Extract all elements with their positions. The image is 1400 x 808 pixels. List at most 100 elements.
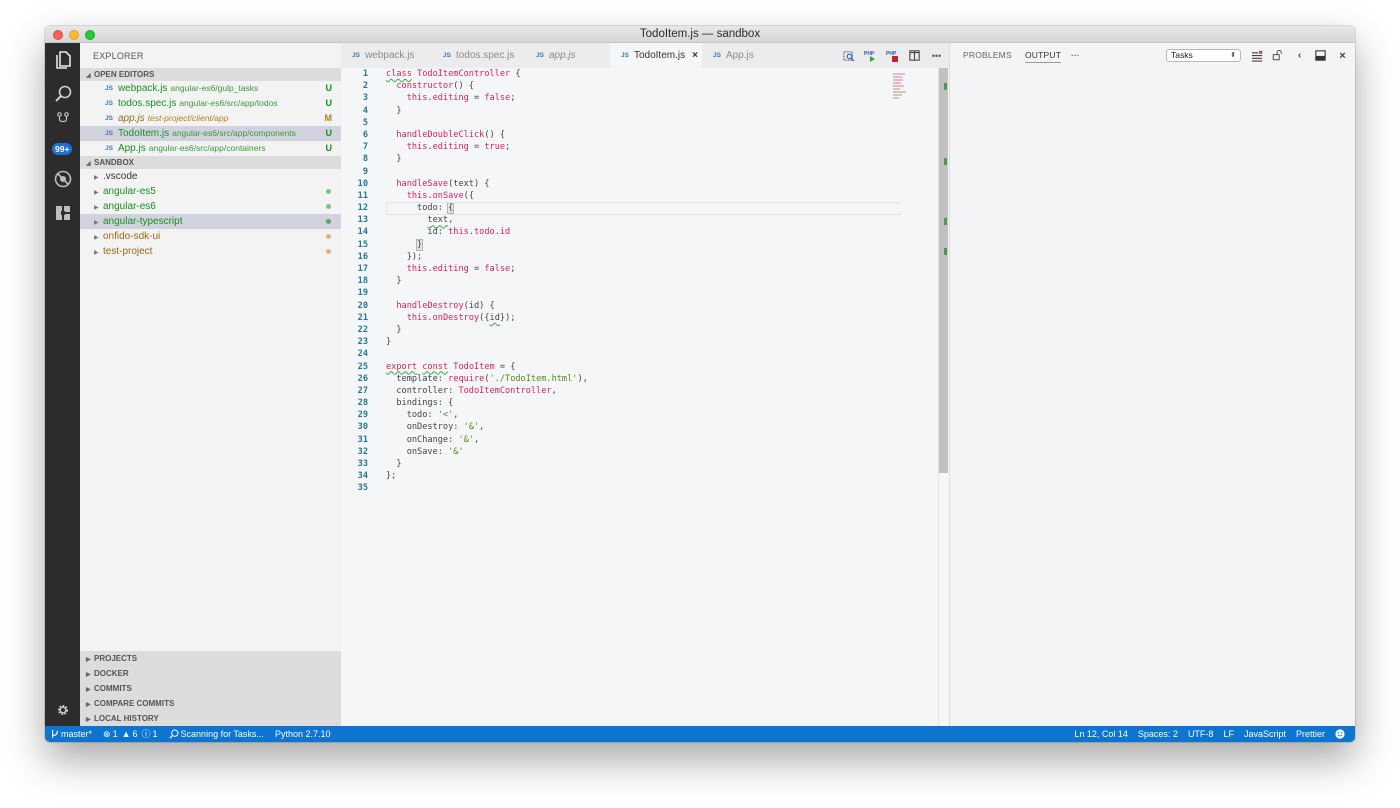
- code-line[interactable]: 4 }: [341, 105, 901, 117]
- open-editors-header[interactable]: ◢ OPEN EDITORS: [80, 68, 341, 81]
- tree-folder[interactable]: ▶ angular-es6: [80, 199, 341, 214]
- code-line[interactable]: 8 }: [341, 153, 901, 165]
- code-line[interactable]: 16 });: [341, 251, 901, 263]
- code-line[interactable]: 34};: [341, 470, 901, 482]
- commits-section[interactable]: ▶ COMMITS: [80, 681, 341, 696]
- close-window-button[interactable]: [53, 30, 63, 40]
- chevron-left-icon[interactable]: ‹: [1293, 49, 1306, 62]
- tab-app[interactable]: JS app.js: [525, 43, 610, 68]
- explorer-button[interactable]: [45, 43, 80, 77]
- code-line[interactable]: 3 this.editing = false;: [341, 92, 901, 104]
- maximize-panel-icon[interactable]: [1314, 49, 1327, 62]
- encoding[interactable]: UTF-8: [1188, 726, 1214, 742]
- tab-webpack[interactable]: JS webpack.js: [341, 43, 432, 68]
- panel-more-icon[interactable]: ···: [1071, 43, 1080, 67]
- code-line[interactable]: 14 id: this.todo.id: [341, 226, 901, 238]
- code-line[interactable]: 21 this.onDestroy({id});: [341, 312, 901, 324]
- code-line[interactable]: 33 }: [341, 458, 901, 470]
- extensions-button[interactable]: [45, 196, 80, 230]
- code-line[interactable]: 20 handleDestroy(id) {: [341, 300, 901, 312]
- indentation[interactable]: Spaces: 2: [1138, 726, 1178, 742]
- code-line[interactable]: 30 onDestroy: '&',: [341, 421, 901, 433]
- line-number: 5: [362, 117, 368, 128]
- close-tab-icon[interactable]: ×: [692, 50, 698, 61]
- line-number: 28: [357, 398, 368, 409]
- debug-icon: [54, 170, 71, 188]
- open-changes-icon[interactable]: [842, 49, 855, 62]
- code-line[interactable]: 22 }: [341, 324, 901, 336]
- open-editor-item[interactable]: JS todos.spec.js angular-es6/src/app/todos…: [80, 96, 341, 111]
- code-line[interactable]: 2 constructor() {: [341, 80, 901, 92]
- editor-scrollbar[interactable]: [938, 68, 948, 726]
- code-line[interactable]: 19: [341, 287, 901, 299]
- tab-app-js[interactable]: JS App.js: [702, 43, 782, 68]
- maximize-window-button[interactable]: [85, 30, 95, 40]
- code-line[interactable]: 27 controller: TodoItemController,: [341, 385, 901, 397]
- language-mode[interactable]: JavaScript: [1244, 726, 1286, 742]
- lock-scroll-icon[interactable]: [1271, 49, 1284, 62]
- code-line[interactable]: 17 this.editing = false;: [341, 263, 901, 275]
- code-editor[interactable]: 1 class TodoItemController {2 constructor…: [341, 68, 901, 495]
- clear-output-icon[interactable]: [1250, 49, 1263, 62]
- code-line[interactable]: 28 bindings: {: [341, 397, 901, 409]
- tab-todos-spec[interactable]: JS todos.spec.js: [432, 43, 525, 68]
- settings-button[interactable]: [45, 693, 80, 727]
- code-line[interactable]: 26 template: require('./TodoItem.html'),: [341, 373, 901, 385]
- code-line[interactable]: 1 class TodoItemController {: [341, 68, 901, 80]
- scrollbar-thumb[interactable]: [939, 68, 948, 473]
- feedback-button[interactable]: [1335, 726, 1345, 742]
- code-line[interactable]: 29 todo: '<',: [341, 409, 901, 421]
- code-line[interactable]: 12 todo: {: [341, 202, 901, 216]
- tree-folder[interactable]: ▶ angular-es5: [80, 184, 341, 199]
- tree-folder[interactable]: ▶ angular-typescript: [80, 214, 341, 229]
- code-line[interactable]: 31 onChange: '&',: [341, 434, 901, 446]
- output-channel-select[interactable]: Tasks ⬍: [1166, 49, 1241, 62]
- python-interpreter[interactable]: Python 2.7.10: [275, 726, 331, 742]
- tab-output[interactable]: OUTPUT: [1025, 43, 1062, 63]
- code-line[interactable]: 18 }: [341, 275, 901, 287]
- code-line[interactable]: 25 export const TodoItem = {: [341, 361, 901, 373]
- code-line[interactable]: 23}: [341, 336, 901, 348]
- code-line[interactable]: 7 this.editing = true;: [341, 141, 901, 153]
- open-editor-item[interactable]: JS App.js angular-es6/src/app/containers U: [80, 141, 341, 156]
- cursor-position[interactable]: Ln 12, Col 14: [1074, 726, 1128, 742]
- code-line[interactable]: 24: [341, 348, 901, 360]
- code-line[interactable]: 6 handleDoubleClick() {: [341, 129, 901, 141]
- task-status[interactable]: Scanning for Tasks...: [168, 726, 264, 742]
- code-line[interactable]: 15 }: [341, 238, 901, 251]
- sandbox-header[interactable]: ◢ SANDBOX: [80, 156, 341, 169]
- code-line[interactable]: 9: [341, 166, 901, 178]
- tree-folder[interactable]: ▶ .vscode: [80, 169, 341, 184]
- tree-folder[interactable]: ▶ test-project: [80, 244, 341, 259]
- line-ending[interactable]: LF: [1223, 726, 1234, 742]
- code-line[interactable]: 5: [341, 117, 901, 129]
- projects-section[interactable]: ▶ PROJECTS: [80, 651, 341, 666]
- open-editor-item[interactable]: JS TodoItem.js angular-es6/src/app/compone…: [80, 126, 341, 141]
- more-icon[interactable]: •••: [930, 49, 943, 62]
- minimize-window-button[interactable]: [69, 30, 79, 40]
- code-line[interactable]: 35: [341, 482, 901, 494]
- run-icon[interactable]: PHP: [864, 49, 877, 62]
- search-button[interactable]: [45, 77, 80, 111]
- branch-status[interactable]: master*: [51, 726, 92, 742]
- code-line[interactable]: 32 onSave: '&': [341, 446, 901, 458]
- code-line[interactable]: 13 text,: [341, 214, 901, 226]
- close-icon[interactable]: ×: [1336, 49, 1349, 62]
- tab-problems[interactable]: PROBLEMS: [963, 43, 1012, 67]
- code-line[interactable]: 10 handleSave(text) {: [341, 178, 901, 190]
- compare-commits-section[interactable]: ▶ COMPARE COMMITS: [80, 696, 341, 711]
- split-editor-icon[interactable]: [908, 49, 921, 62]
- open-editor-item[interactable]: JS webpack.js angular-es6/gulp_tasks U: [80, 81, 341, 96]
- docker-section[interactable]: ▶ DOCKER: [80, 666, 341, 681]
- code-line[interactable]: 11 this.onSave({: [341, 190, 901, 202]
- problems-status[interactable]: ⊗ 1 ▲ 6 ⓘ 1: [103, 726, 158, 742]
- debug-button[interactable]: [45, 162, 80, 196]
- open-editor-item[interactable]: JS app.js test-project/client/app M: [80, 111, 341, 126]
- stop-icon[interactable]: PHP: [886, 49, 899, 62]
- local-history-section[interactable]: ▶ LOCAL HISTORY: [80, 711, 341, 726]
- formatter[interactable]: Prettier: [1296, 726, 1325, 742]
- source-control-button[interactable]: [45, 107, 80, 133]
- tab-todoitem[interactable]: JS TodoItem.js ×: [610, 43, 702, 68]
- minimap[interactable]: [893, 73, 913, 113]
- tree-folder[interactable]: ▶ onfido-sdk-ui: [80, 229, 341, 244]
